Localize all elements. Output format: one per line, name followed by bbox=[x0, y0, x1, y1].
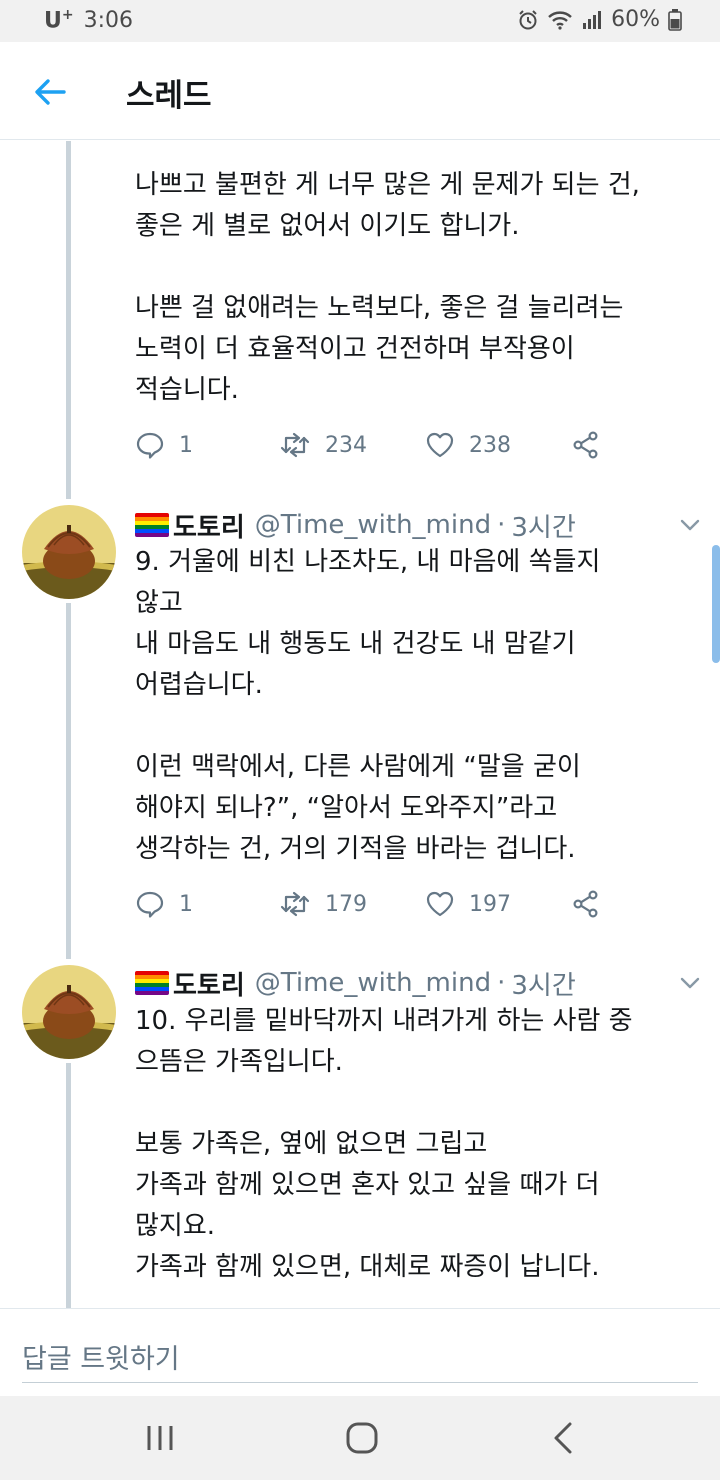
reply-bar: 답글 트윗하기 bbox=[0, 1308, 720, 1396]
arrow-left-icon[interactable] bbox=[30, 72, 70, 112]
signal-icon bbox=[581, 9, 603, 31]
retweet-icon bbox=[279, 430, 311, 460]
carrier-sup: + bbox=[61, 7, 74, 23]
app-header: 스레드 bbox=[0, 42, 720, 140]
separator-dot: · bbox=[497, 510, 506, 540]
retweet-button[interactable]: 234 bbox=[279, 430, 367, 460]
tweet-header: 도토리 @Time_with_mind · 3시간 bbox=[135, 505, 576, 545]
tweet-actions: 1 179 197 bbox=[135, 889, 615, 929]
thread-connector-line bbox=[66, 141, 71, 499]
user-display-name[interactable]: 도토리 bbox=[173, 507, 245, 544]
user-display-name[interactable]: 도토리 bbox=[173, 965, 245, 1002]
tweet-time[interactable]: 3시간 bbox=[511, 965, 575, 1002]
status-bar-left: U+ 3:06 bbox=[44, 7, 133, 33]
separator-dot: · bbox=[497, 968, 506, 998]
carrier-label: U+ bbox=[44, 7, 74, 33]
share-button[interactable] bbox=[571, 430, 601, 460]
battery-text: 60% bbox=[611, 7, 660, 32]
reply-icon bbox=[135, 889, 165, 919]
status-bar: U+ 3:06 60% bbox=[0, 0, 720, 42]
recent-apps-icon[interactable] bbox=[138, 1416, 182, 1460]
reply-count: 1 bbox=[179, 891, 193, 917]
avatar[interactable] bbox=[22, 505, 116, 599]
heart-icon bbox=[425, 889, 455, 919]
heart-icon bbox=[425, 430, 455, 460]
chevron-down-icon[interactable] bbox=[678, 513, 702, 537]
carrier-name: U bbox=[44, 8, 62, 34]
like-button[interactable]: 238 bbox=[425, 430, 511, 460]
tweet-actions: 1 234 238 bbox=[135, 430, 615, 470]
chevron-down-icon[interactable] bbox=[678, 971, 702, 995]
tweet-time[interactable]: 3시간 bbox=[511, 507, 575, 544]
reply-button[interactable]: 1 bbox=[135, 889, 193, 919]
retweet-button[interactable]: 179 bbox=[279, 889, 367, 919]
share-icon bbox=[571, 430, 601, 460]
retweet-count: 234 bbox=[325, 432, 367, 458]
reply-input[interactable]: 답글 트윗하기 bbox=[22, 1323, 698, 1383]
reply-button[interactable]: 1 bbox=[135, 430, 193, 460]
thread-timeline[interactable]: 나쁘고 불편한 게 너무 많은 게 문제가 되는 건, 좋은 게 별로 없어서 … bbox=[0, 141, 720, 1308]
battery-icon bbox=[668, 8, 682, 31]
back-nav-icon[interactable] bbox=[542, 1416, 586, 1460]
share-icon bbox=[571, 889, 601, 919]
tweet-text: 9. 거울에 비친 나조차도, 내 마음에 쏙들지 않고 내 마음도 내 행동도… bbox=[135, 547, 601, 864]
share-button[interactable] bbox=[571, 889, 601, 919]
acorn-avatar-image bbox=[22, 505, 116, 599]
user-handle[interactable]: @Time_with_mind bbox=[255, 510, 491, 540]
home-icon[interactable] bbox=[340, 1416, 384, 1460]
tweet-text: 10. 우리를 밑바닥까지 내려가게 하는 사람 중 으뜸은 가족입니다. 보통… bbox=[135, 1006, 633, 1282]
status-bar-right: 60% bbox=[517, 7, 682, 32]
wifi-icon bbox=[547, 9, 573, 31]
tweet-text: 나쁘고 불편한 게 너무 많은 게 문제가 되는 건, 좋은 게 별로 없어서 … bbox=[135, 170, 640, 405]
acorn-avatar-image bbox=[22, 965, 116, 1059]
reply-icon bbox=[135, 430, 165, 460]
retweet-count: 179 bbox=[325, 891, 367, 917]
thread-connector-line bbox=[66, 603, 71, 959]
retweet-icon bbox=[279, 889, 311, 919]
status-time: 3:06 bbox=[83, 7, 134, 33]
thread-connector-line bbox=[66, 1063, 71, 1308]
like-count: 238 bbox=[469, 432, 511, 458]
avatar[interactable] bbox=[22, 965, 116, 1059]
like-button[interactable]: 197 bbox=[425, 889, 511, 919]
like-count: 197 bbox=[469, 891, 511, 917]
rainbow-flag-icon bbox=[135, 971, 169, 995]
scrollbar-thumb[interactable] bbox=[712, 545, 720, 663]
page-title: 스레드 bbox=[126, 78, 212, 114]
user-handle[interactable]: @Time_with_mind bbox=[255, 968, 491, 998]
tweet-header: 도토리 @Time_with_mind · 3시간 bbox=[135, 963, 576, 1003]
reply-count: 1 bbox=[179, 432, 193, 458]
alarm-icon bbox=[517, 9, 539, 31]
rainbow-flag-icon bbox=[135, 513, 169, 537]
system-nav-bar bbox=[0, 1396, 720, 1480]
